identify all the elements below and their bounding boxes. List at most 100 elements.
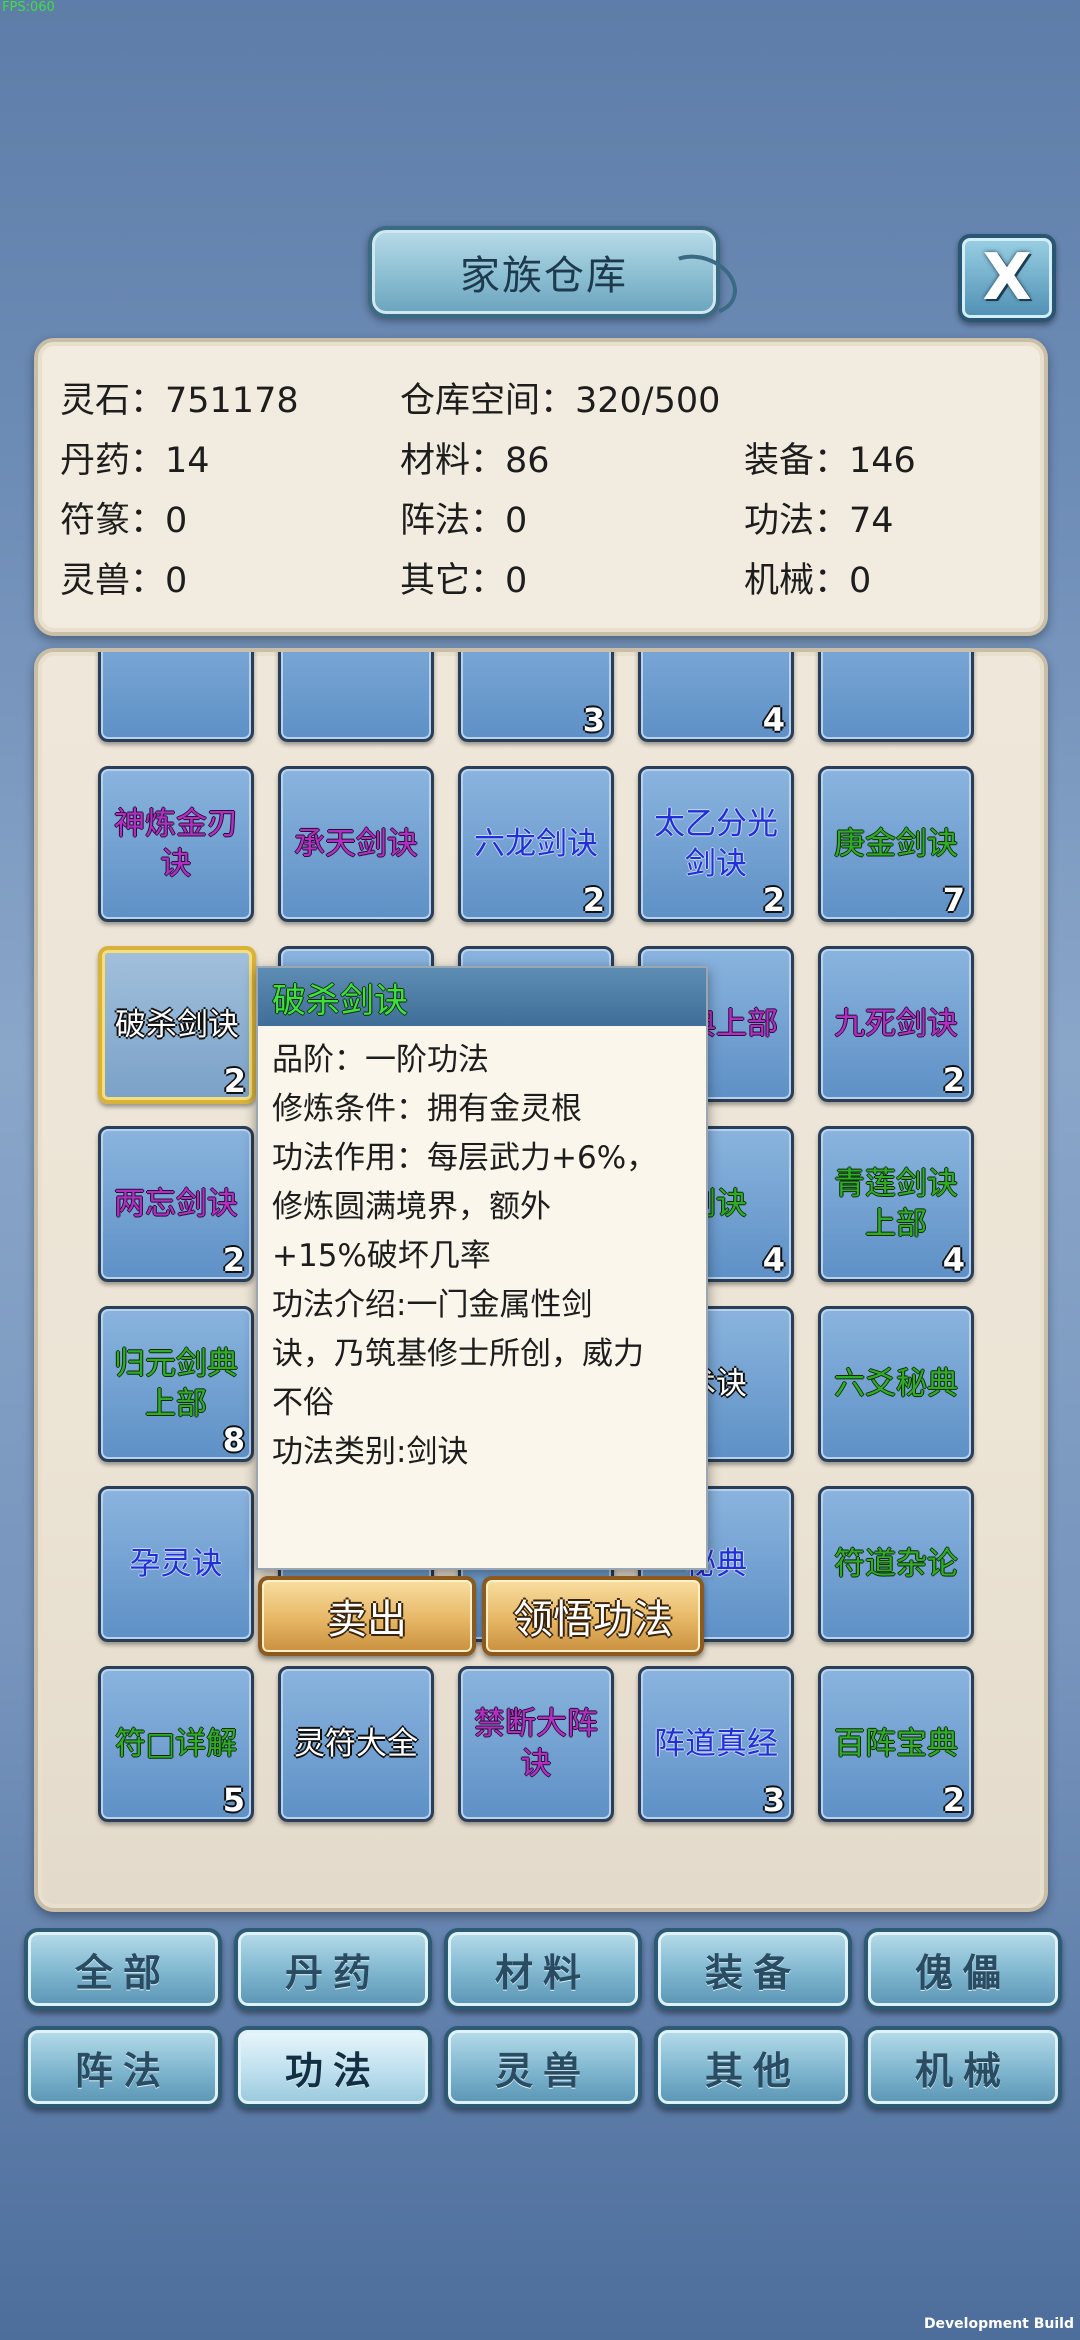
item-count: 4 (762, 701, 785, 739)
item-slot[interactable]: 庚金剑诀 7 (818, 766, 974, 922)
item-slot[interactable]: 阵道真经 3 (638, 1666, 794, 1822)
item-name: 承天剑诀 (294, 826, 418, 862)
item-slot[interactable]: 禁断大阵诀 (458, 1666, 614, 1822)
item-count: 7 (942, 881, 965, 919)
item-count: 8 (222, 1421, 245, 1459)
spirit-stones-stat: 灵石：751178 (60, 381, 299, 421)
item-slot[interactable]: 符□详解 5 (98, 1666, 254, 1822)
item-slot[interactable]: 六爻秘典 (818, 1306, 974, 1462)
item-slot[interactable]: 六龙剑诀 2 (458, 766, 614, 922)
category-tab-label: 其他 (704, 2048, 801, 2093)
item-name: 太乙分光剑诀 (654, 806, 778, 882)
item-slot[interactable]: 上部3 (458, 652, 614, 742)
item-slot[interactable]: 承天剑诀 (278, 766, 434, 922)
item-name: 符道杂论 (834, 1546, 958, 1582)
category-tab[interactable]: 机械 (864, 2026, 1062, 2108)
item-slot[interactable] (818, 652, 974, 742)
category-tab-label: 装备 (704, 1950, 801, 1995)
item-name: 九死剑诀 (834, 1006, 958, 1042)
item-slot[interactable]: 符道杂论 (818, 1486, 974, 1642)
item-slot[interactable] (98, 652, 254, 742)
close-button[interactable]: X (958, 234, 1056, 322)
category-tab-label: 傀儡 (914, 1950, 1011, 1995)
tooltip-body: 品阶：一阶功法 修炼条件：拥有金灵根 功法作用：每层武力+6%， 修炼圆满境界，… (258, 1026, 706, 1487)
category-tab[interactable]: 其他 (654, 2026, 852, 2108)
item-count: 4 (942, 1241, 965, 1279)
item-slot[interactable]: 归元剑典上部 8 (98, 1306, 254, 1462)
others-stat: 其它：0 (400, 561, 528, 601)
sell-button-label: 卖出 (327, 1597, 407, 1643)
category-tab[interactable]: 傀儡 (864, 1928, 1062, 2010)
development-build-label: Development Build (923, 2316, 1074, 2332)
item-slot[interactable] (278, 652, 434, 742)
item-count: 5 (222, 1781, 245, 1819)
tooltip-line: 修炼条件：拥有金灵根 (272, 1091, 582, 1127)
item-name: 六龙剑诀 (474, 826, 598, 862)
formations-stat: 阵法：0 (400, 501, 528, 541)
beasts-stat: 灵兽：0 (60, 561, 188, 601)
item-slot[interactable]: 太乙分光剑诀 2 (638, 766, 794, 922)
item-slot[interactable]: 孕灵诀 (98, 1486, 254, 1642)
category-tab-label: 全部 (74, 1950, 171, 1995)
item-count: 2 (762, 881, 785, 919)
item-name: 灵符大全 (294, 1726, 418, 1762)
tooltip-line: 功法作用：每层武力+6%， (272, 1140, 658, 1176)
item-count: 2 (223, 1062, 246, 1100)
category-tab[interactable]: 材料 (444, 1928, 642, 2010)
category-tab-label: 机械 (914, 2048, 1011, 2093)
item-name: 神炼金刃诀 (114, 806, 238, 882)
sell-button[interactable]: 卖出 (258, 1576, 476, 1656)
fps-counter: FPS:060 (2, 0, 55, 15)
category-tab-label: 功法 (284, 2048, 381, 2093)
stats-panel: 灵石：751178 仓库空间：320/500 丹药：14 材料：86 装备：14… (34, 338, 1048, 636)
category-tab[interactable]: 全部 (24, 1928, 222, 2010)
category-tab-label: 丹药 (284, 1950, 381, 1995)
tooltip-line: 功法介绍:一门金属性剑 (272, 1287, 593, 1323)
item-slot[interactable]: 灵符大全 (278, 1666, 434, 1822)
item-slot[interactable]: 百阵宝典 2 (818, 1666, 974, 1822)
category-tab[interactable]: 装备 (654, 1928, 852, 2010)
item-count: 2 (222, 1241, 245, 1279)
category-tab-label: 灵兽 (494, 2048, 591, 2093)
close-icon: X (982, 241, 1032, 315)
tooltip-line: 不俗 (272, 1385, 334, 1421)
item-count: 4 (762, 1241, 785, 1279)
item-count: 2 (942, 1061, 965, 1099)
category-tab[interactable]: 丹药 (234, 1928, 432, 2010)
item-count: 2 (942, 1781, 965, 1819)
item-slot-selected[interactable]: 破杀剑诀 2 (98, 946, 256, 1104)
item-slot[interactable]: 4 (638, 652, 794, 742)
item-slot[interactable]: 青莲剑诀上部 4 (818, 1126, 974, 1282)
techniques-stat: 功法：74 (744, 501, 894, 541)
tooltip-line: 修炼圆满境界，额外 (272, 1189, 551, 1225)
item-name: 破杀剑诀 (115, 1007, 239, 1043)
pills-stat: 丹药：14 (60, 441, 210, 481)
category-tab[interactable]: 功法 (234, 2026, 432, 2108)
talismans-stat: 符篆：0 (60, 501, 188, 541)
item-name: 青莲剑诀上部 (834, 1166, 958, 1242)
materials-stat: 材料：86 (400, 441, 550, 481)
tooltip-line: 品阶：一阶功法 (272, 1042, 489, 1078)
item-slot[interactable]: 神炼金刃诀 (98, 766, 254, 922)
category-tab[interactable]: 阵法 (24, 2026, 222, 2108)
item-slot[interactable]: 两忘剑诀 2 (98, 1126, 254, 1282)
tooltip-line: 功法类别:剑诀 (272, 1434, 469, 1470)
machinery-stat: 机械：0 (744, 561, 872, 601)
category-tab-label: 阵法 (74, 2048, 171, 2093)
equipment-stat: 装备：146 (744, 441, 916, 481)
item-count: 3 (762, 1781, 785, 1819)
tooltip-line: 诀，乃筑基修士所创，威力 (272, 1336, 644, 1372)
learn-technique-button[interactable]: 领悟功法 (482, 1576, 704, 1656)
learn-technique-button-label: 领悟功法 (513, 1597, 673, 1643)
item-name: 六爻秘典 (834, 1366, 958, 1402)
page-title: 家族仓库 (460, 253, 628, 299)
item-slot[interactable]: 九死剑诀 2 (818, 946, 974, 1102)
item-name: 孕灵诀 (129, 1546, 223, 1582)
item-name: 两忘剑诀 (114, 1186, 238, 1222)
tooltip-line: +15%破坏几率 (272, 1238, 491, 1274)
item-name: 禁断大阵诀 (474, 1706, 598, 1782)
item-count: 2 (582, 881, 605, 919)
category-tab[interactable]: 灵兽 (444, 2026, 642, 2108)
item-name: 庚金剑诀 (834, 826, 958, 862)
item-name: 百阵宝典 (834, 1726, 958, 1762)
